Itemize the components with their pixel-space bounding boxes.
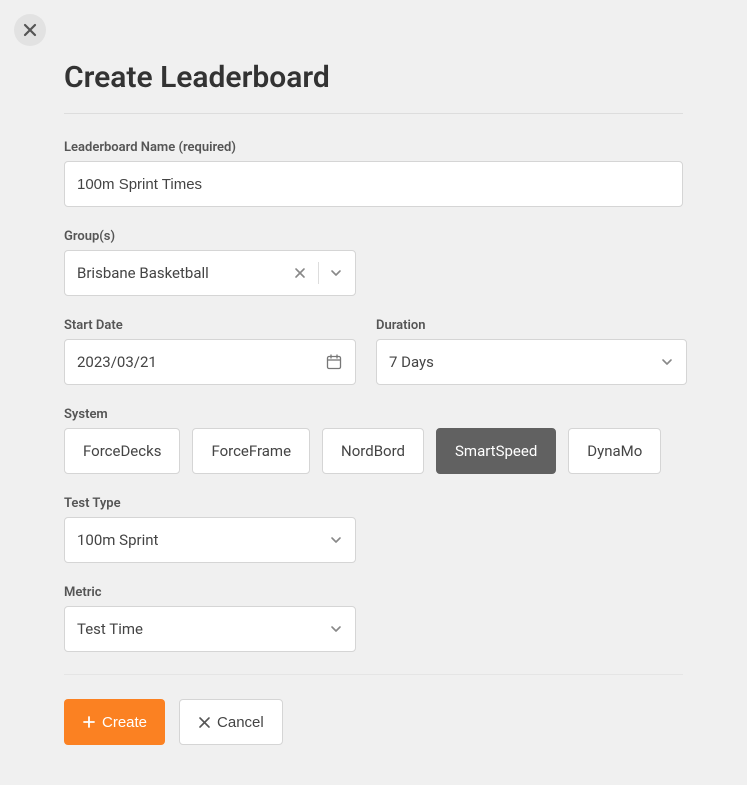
- metric-label: Metric: [64, 585, 683, 600]
- calendar-button[interactable]: [325, 353, 343, 371]
- duration-value: 7 Days: [389, 353, 660, 371]
- page-title: Create Leaderboard: [64, 60, 683, 95]
- start-date-label: Start Date: [64, 318, 356, 333]
- system-option-forcedecks[interactable]: ForceDecks: [64, 428, 180, 474]
- test-type-value: 100m Sprint: [77, 531, 329, 549]
- chevron-down-icon: [329, 622, 343, 636]
- system-option-dynamo[interactable]: DynaMo: [568, 428, 661, 474]
- close-button[interactable]: [14, 14, 46, 46]
- close-icon: [294, 267, 306, 279]
- close-icon: [22, 22, 38, 38]
- system-option-forceframe[interactable]: ForceFrame: [192, 428, 310, 474]
- leaderboard-name-input[interactable]: [64, 161, 683, 207]
- divider: [64, 113, 683, 114]
- metric-value: Test Time: [77, 620, 329, 638]
- system-option-nordbord[interactable]: NordBord: [322, 428, 424, 474]
- duration-select[interactable]: 7 Days: [376, 339, 687, 385]
- groups-clear-button[interactable]: [290, 263, 310, 283]
- create-button[interactable]: Create: [64, 699, 165, 745]
- chevron-down-icon: [329, 533, 343, 547]
- name-label: Leaderboard Name (required): [64, 140, 683, 155]
- chevron-down-icon: [660, 355, 674, 369]
- cancel-button-label: Cancel: [217, 714, 264, 731]
- metric-select[interactable]: Test Time: [64, 606, 356, 652]
- groups-select[interactable]: Brisbane Basketball: [64, 250, 356, 296]
- groups-label: Group(s): [64, 229, 683, 244]
- close-icon: [198, 716, 211, 729]
- start-date-input[interactable]: 2023/03/21: [64, 339, 356, 385]
- start-date-value: 2023/03/21: [77, 353, 325, 371]
- create-button-label: Create: [102, 714, 147, 731]
- separator: [318, 262, 319, 284]
- system-segmented: ForceDecks ForceFrame NordBord SmartSpeed Dy…: [64, 428, 683, 474]
- groups-value: Brisbane Basketball: [77, 264, 290, 282]
- plus-icon: [82, 715, 96, 729]
- duration-label: Duration: [376, 318, 687, 333]
- chevron-down-icon: [329, 266, 343, 280]
- groups-dropdown-toggle[interactable]: [327, 262, 345, 284]
- test-type-label: Test Type: [64, 496, 683, 511]
- cancel-button[interactable]: Cancel: [179, 699, 283, 745]
- system-label: System: [64, 407, 683, 422]
- calendar-icon: [325, 353, 343, 371]
- system-option-smartspeed[interactable]: SmartSpeed: [436, 428, 556, 474]
- test-type-select[interactable]: 100m Sprint: [64, 517, 356, 563]
